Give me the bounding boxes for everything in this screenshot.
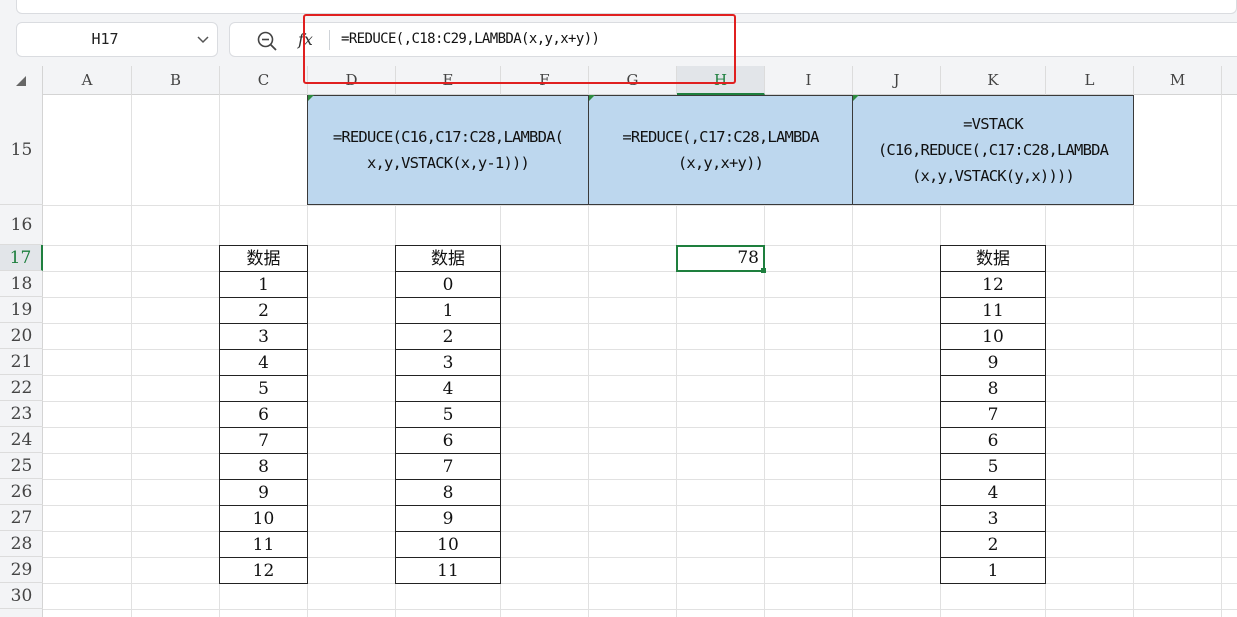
chevron-down-icon[interactable]: [195, 31, 211, 47]
column-header-j[interactable]: J: [853, 66, 941, 95]
table-cell[interactable]: 7: [219, 427, 308, 454]
row-header-18[interactable]: 18: [0, 271, 43, 297]
row-header-30[interactable]: 30: [0, 583, 43, 609]
table-cell[interactable]: 5: [940, 453, 1046, 480]
table-cell[interactable]: 10: [940, 323, 1046, 350]
column-header-m[interactable]: M: [1134, 66, 1222, 95]
formula-cell-d15[interactable]: =REDUCE(C16,C17:C28,LAMBDA( x,y,VSTACK(x…: [307, 95, 589, 205]
column-header-i[interactable]: I: [765, 66, 853, 95]
table-cell[interactable]: 0: [395, 271, 501, 298]
table-cell[interactable]: 7: [395, 453, 501, 480]
table-cell[interactable]: 8: [940, 375, 1046, 402]
table-cell[interactable]: 4: [940, 479, 1046, 506]
table-cell[interactable]: 2: [940, 531, 1046, 558]
table-cell[interactable]: 3: [940, 505, 1046, 532]
table-cell[interactable]: 12: [219, 557, 308, 584]
grid-line: [1221, 95, 1222, 617]
row-header-21[interactable]: 21: [0, 349, 43, 375]
table-cell[interactable]: 7: [940, 401, 1046, 428]
table-cell[interactable]: 3: [219, 323, 308, 350]
column-header-b[interactable]: B: [132, 66, 220, 95]
table-cell[interactable]: 1: [940, 557, 1046, 584]
table-cell[interactable]: 5: [219, 375, 308, 402]
table-cell[interactable]: 10: [219, 505, 308, 532]
table-cell[interactable]: 5: [395, 401, 501, 428]
grid-line: [43, 205, 1237, 206]
row-header-27[interactable]: 27: [0, 505, 43, 531]
row-header-22[interactable]: 22: [0, 375, 43, 401]
grid-line: [43, 609, 1237, 610]
row-header-23[interactable]: 23: [0, 401, 43, 427]
table-cell[interactable]: 2: [219, 297, 308, 324]
select-all-icon: [16, 76, 26, 86]
table-header[interactable]: 数据: [940, 245, 1046, 272]
column-header-a[interactable]: A: [43, 66, 132, 95]
table-cell[interactable]: 2: [395, 323, 501, 350]
row-header-15[interactable]: 15: [0, 95, 43, 205]
ribbon-strip: [16, 0, 1237, 14]
table-cell[interactable]: 6: [219, 401, 308, 428]
table-cell[interactable]: 10: [395, 531, 501, 558]
table-cell[interactable]: 9: [395, 505, 501, 532]
table-cell[interactable]: 8: [219, 453, 308, 480]
formula-indicator: [308, 95, 314, 101]
zoom-icon[interactable]: [256, 30, 278, 52]
row-header-28[interactable]: 28: [0, 531, 43, 557]
active-cell-h17[interactable]: 78: [676, 245, 765, 272]
row-header-26[interactable]: 26: [0, 479, 43, 505]
table-cell[interactable]: 9: [219, 479, 308, 506]
table-cell[interactable]: 9: [940, 349, 1046, 376]
table-cell[interactable]: 6: [940, 427, 1046, 454]
formula-cell-j15[interactable]: =VSTACK (C16,REDUCE(,C17:C28,LAMBDA (x,y…: [852, 95, 1134, 205]
table-header[interactable]: 数据: [395, 245, 501, 272]
fill-handle[interactable]: [761, 268, 766, 273]
row-header-19[interactable]: 19: [0, 297, 43, 323]
table-cell[interactable]: 12: [940, 271, 1046, 298]
column-header-l[interactable]: L: [1046, 66, 1134, 95]
row-header-20[interactable]: 20: [0, 323, 43, 349]
row-header-29[interactable]: 29: [0, 557, 43, 583]
table-header[interactable]: 数据: [219, 245, 308, 272]
table-cell[interactable]: 3: [395, 349, 501, 376]
column-header-k[interactable]: K: [941, 66, 1046, 95]
table-cell[interactable]: 6: [395, 427, 501, 454]
table-cell[interactable]: 4: [395, 375, 501, 402]
column-header-c[interactable]: C: [220, 66, 308, 95]
row-header-25[interactable]: 25: [0, 453, 43, 479]
row-header-16[interactable]: 16: [0, 205, 43, 245]
table-cell[interactable]: 11: [940, 297, 1046, 324]
highlight-annotation: [303, 14, 736, 84]
formula-cell-g15[interactable]: =REDUCE(,C17:C28,LAMBDA (x,y,x+y)): [588, 95, 853, 205]
name-box-value[interactable]: H17: [17, 23, 193, 56]
grid-line: [131, 95, 132, 617]
table-cell[interactable]: 11: [395, 557, 501, 584]
name-box[interactable]: H17: [16, 22, 218, 57]
formula-indicator: [589, 95, 595, 101]
row-header-bar: 15 16 17 18 19 20 21 22 23 24 25 26 27 2…: [0, 95, 43, 617]
table-cell[interactable]: 1: [395, 297, 501, 324]
table-cell[interactable]: 8: [395, 479, 501, 506]
table-cell[interactable]: 11: [219, 531, 308, 558]
row-header-24[interactable]: 24: [0, 427, 43, 453]
row-header-17[interactable]: 17: [0, 245, 43, 271]
table-cell[interactable]: 1: [219, 271, 308, 298]
formula-indicator: [853, 95, 859, 101]
select-all-button[interactable]: [0, 66, 43, 95]
table-cell[interactable]: 4: [219, 349, 308, 376]
